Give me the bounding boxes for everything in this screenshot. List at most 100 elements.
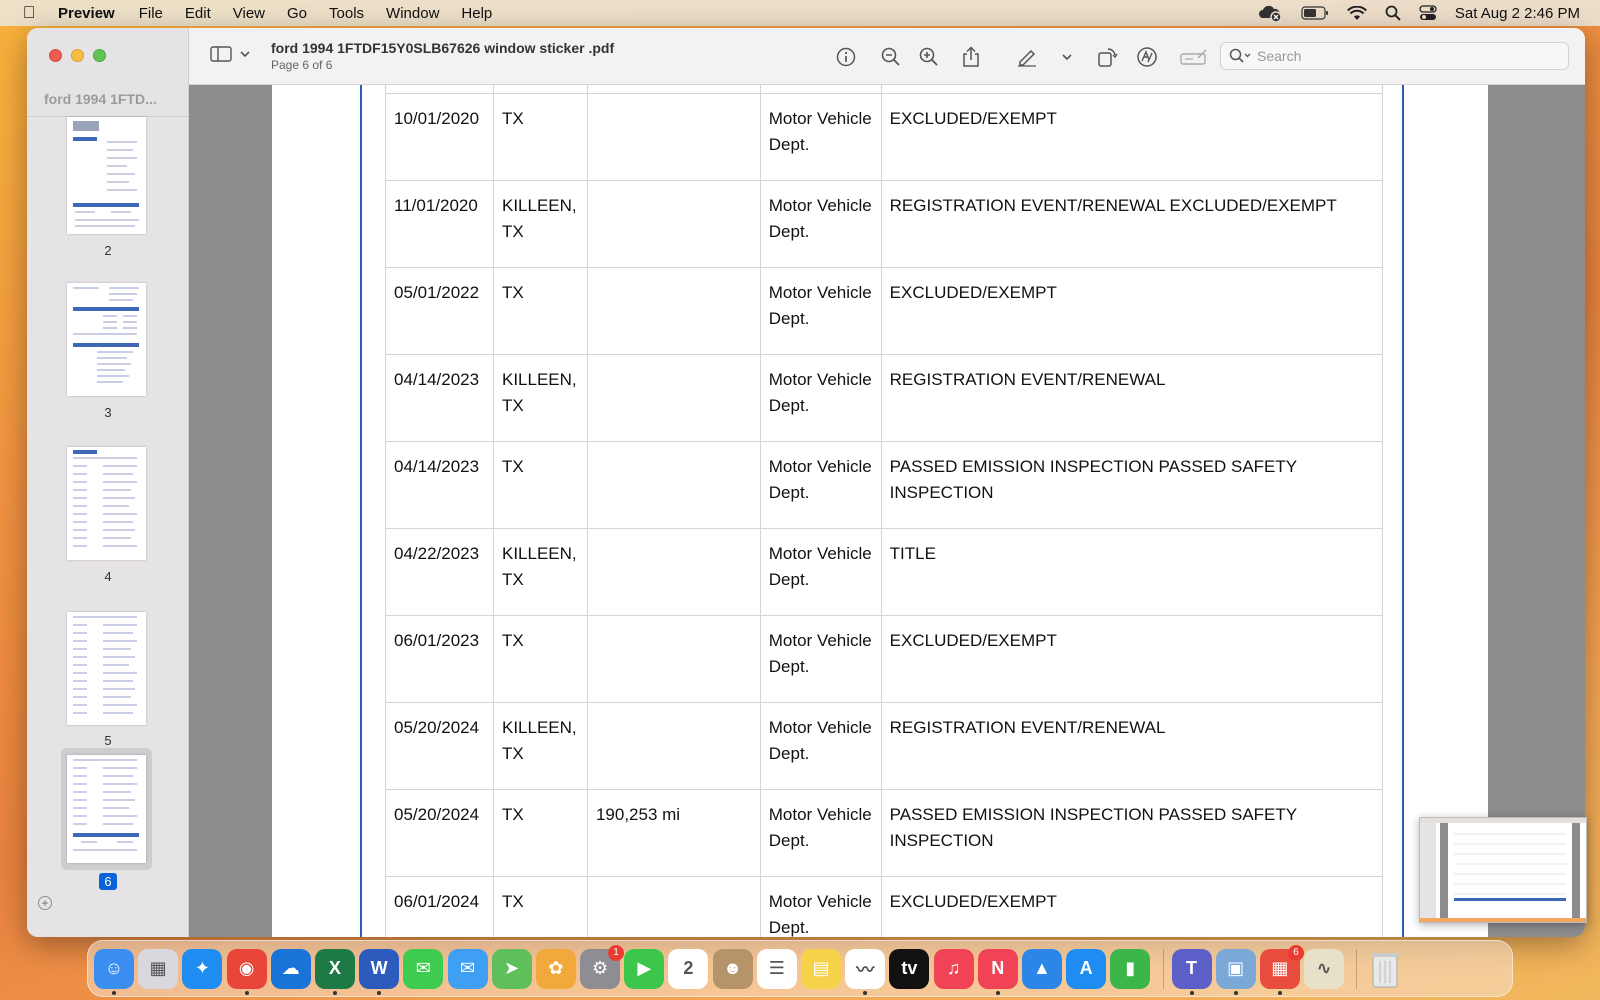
dock-word-icon[interactable]: W — [359, 948, 400, 995]
cell-date: 06/01/2024 — [385, 876, 494, 937]
cell-location: TX — [492, 876, 588, 937]
dock-apple-tv-icon[interactable]: tv — [889, 948, 930, 989]
menu-window[interactable]: Window — [386, 5, 439, 22]
dock-chrome-icon[interactable]: ◉ — [226, 948, 267, 995]
cell-location: KILLEEN, TX — [492, 528, 588, 616]
cell-odometer — [586, 354, 761, 442]
dock-contacts-icon[interactable]: ☻ — [712, 948, 753, 989]
zoom-out-icon[interactable] — [879, 46, 903, 68]
minimize-window-button[interactable] — [71, 49, 84, 62]
dock-keynote-icon[interactable]: ▲ — [1021, 948, 1062, 989]
icloud-status-icon[interactable] — [1257, 4, 1283, 22]
dock-music-icon[interactable]: ♫ — [933, 948, 974, 989]
markup-pen-icon[interactable] — [1015, 46, 1039, 68]
cell-odometer — [586, 876, 761, 937]
menu-app-name[interactable]: Preview — [58, 5, 115, 22]
zoom-window-button[interactable] — [93, 49, 106, 62]
dock-photos-icon[interactable]: ✿ — [535, 948, 576, 989]
cell-source: Motor Vehicle Dept. — [759, 267, 882, 355]
control-center-icon[interactable] — [1419, 5, 1437, 21]
table-row: 05/01/2022 TX Motor Vehicle Dept. EXCLUDED/… — [385, 267, 1384, 355]
page-thumbnail-4[interactable] — [67, 447, 146, 560]
dock-messages-icon[interactable]: ✉ — [403, 948, 444, 989]
rotate-icon[interactable] — [1095, 46, 1119, 68]
page-thumbnail-2[interactable] — [67, 117, 146, 234]
annotate-icon[interactable] — [1135, 46, 1159, 68]
dock-calendar-icon[interactable]: 2 — [668, 948, 709, 989]
menu-help[interactable]: Help — [461, 5, 492, 22]
cell-source: Motor Vehicle Dept. — [759, 876, 882, 937]
cell-details: EXCLUDED/EXEMPT — [880, 267, 1384, 355]
dock-glyph: tv — [901, 958, 918, 978]
dock-glyph: ▤ — [812, 958, 830, 978]
dock-glyph: ▲ — [1033, 958, 1051, 978]
sidebar-toggle-button[interactable] — [210, 46, 250, 62]
dock-notes-icon[interactable]: ▤ — [801, 948, 841, 989]
dock-safari-icon[interactable]: ✦ — [182, 948, 223, 989]
dock-preview-icon[interactable]: ▣ — [1215, 948, 1256, 995]
cell-source: Motor Vehicle Dept. — [759, 528, 882, 616]
dock-reminders-icon[interactable]: ☰ — [756, 948, 797, 989]
info-icon[interactable] — [834, 46, 858, 68]
cell-odometer: 190,253 mi — [586, 789, 761, 877]
running-indicator — [112, 990, 116, 995]
dock-grapher-icon[interactable]: ∿ — [1304, 948, 1345, 989]
close-window-button[interactable] — [49, 49, 62, 62]
search-input[interactable] — [1257, 48, 1557, 64]
dock-news-icon[interactable]: N — [977, 948, 1018, 995]
dock-microsoft-365-icon[interactable]: ▦ 6 — [1259, 944, 1304, 995]
document-canvas[interactable]: 10/01/2020 TX Motor Vehicle Dept. EXCLUDED/… — [189, 85, 1585, 937]
spotlight-search-icon[interactable] — [1385, 5, 1401, 21]
page-number-6: 6 — [27, 873, 189, 890]
zoom-in-icon[interactable] — [917, 46, 941, 68]
dock-mail-icon[interactable]: ✉ — [447, 948, 488, 989]
dock-glyph: 〰 — [856, 959, 875, 980]
apple-menu-icon[interactable]:  — [0, 3, 58, 23]
cell-odometer — [586, 702, 761, 790]
cell-location: KILLEEN, TX — [492, 702, 588, 790]
dock-glyph: X — [328, 958, 341, 978]
dock-onedrive-icon[interactable]: ☁ — [270, 948, 311, 989]
dock-glyph: ✉ — [415, 958, 431, 978]
cell-details: EXCLUDED/EXEMPT — [880, 93, 1384, 181]
menu-view[interactable]: View — [233, 5, 265, 22]
table-row: 04/14/2023 TX Motor Vehicle Dept. PASSED EM… — [385, 441, 1384, 529]
dock-glyph: 2 — [683, 958, 694, 978]
menu-edit[interactable]: Edit — [185, 5, 211, 22]
menu-go[interactable]: Go — [287, 5, 307, 22]
dock-launchpad-icon[interactable]: ▦ — [138, 948, 179, 989]
menu-bar:  Preview File Edit View Go Tools Window… — [0, 0, 1600, 26]
page-thumbnail-5[interactable] — [67, 612, 146, 725]
dock-glyph: ▦ — [149, 958, 167, 978]
page-thumbnail-3[interactable] — [67, 283, 146, 396]
cell-date: 05/20/2024 — [385, 702, 494, 790]
cell-details: EXCLUDED/EXEMPT — [880, 876, 1384, 937]
table-row: 04/14/2023 KILLEEN, TX Motor Vehicle Dept.… — [385, 354, 1384, 442]
share-icon[interactable] — [959, 46, 983, 68]
page-thumbnail-6[interactable] — [67, 755, 146, 863]
dock-numbers-icon[interactable]: ▮ — [1110, 948, 1151, 989]
dock-maps-icon[interactable]: ➤ — [491, 948, 532, 989]
dock-excel-icon[interactable]: X — [314, 948, 355, 995]
dock-glyph: ✿ — [548, 958, 564, 978]
dock-freeform-icon[interactable]: 〰 — [845, 948, 886, 995]
wifi-icon[interactable] — [1346, 5, 1367, 21]
add-page-icon[interactable]: + — [38, 896, 52, 910]
menu-tools[interactable]: Tools — [329, 5, 364, 22]
form-fill-icon[interactable] — [1179, 46, 1209, 68]
menu-file[interactable]: File — [139, 5, 163, 22]
cell-location: KILLEEN, TX — [492, 354, 588, 442]
dock-facetime-icon[interactable]: ▶ — [624, 948, 665, 989]
dock-teams-icon[interactable]: T — [1171, 948, 1212, 995]
cell-location: TX — [492, 93, 588, 181]
dock-finder-icon[interactable]: ☺ — [94, 948, 134, 995]
dock-app-store-icon[interactable]: A — [1066, 948, 1107, 989]
search-field[interactable] — [1220, 42, 1569, 70]
markup-options-chevron-icon[interactable] — [1055, 46, 1079, 68]
dock-system-settings-icon[interactable]: ⚙ 1 — [580, 944, 625, 989]
dock-glyph: N — [991, 958, 1005, 978]
battery-icon[interactable] — [1301, 6, 1329, 20]
dock-trash-icon[interactable] — [1365, 949, 1405, 989]
screenshot-preview-thumbnail[interactable] — [1419, 817, 1587, 923]
menu-bar-clock[interactable]: Sat Aug 2 2:46 PM — [1455, 5, 1580, 22]
